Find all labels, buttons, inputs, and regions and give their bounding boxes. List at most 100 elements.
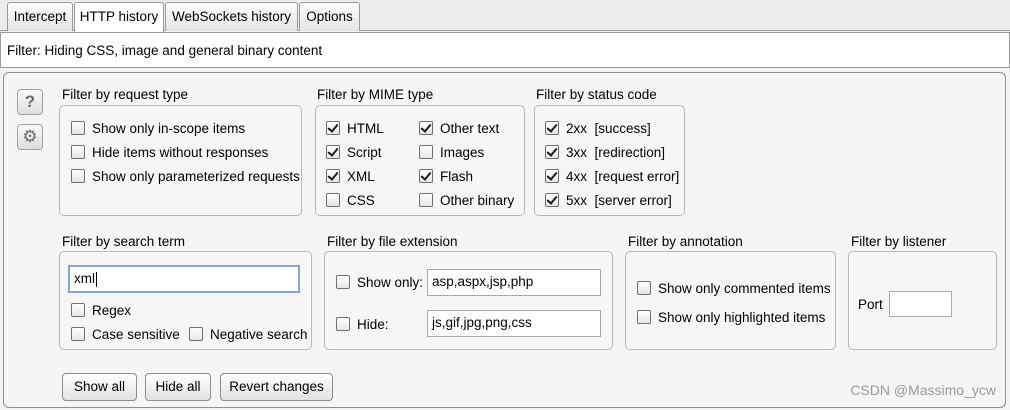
settings-gear-icon[interactable]: ⚙ bbox=[17, 124, 43, 150]
regex-checkbox[interactable]: Regex bbox=[71, 301, 131, 319]
show-only-ext-input[interactable]: asp,aspx,jsp,php bbox=[427, 269, 601, 296]
checkbox-label: Other binary bbox=[440, 192, 515, 208]
mime-flash-checkbox[interactable]: Flash bbox=[419, 167, 473, 185]
tab-intercept[interactable]: Intercept bbox=[7, 2, 73, 31]
mime-css-checkbox[interactable]: CSS bbox=[326, 191, 375, 209]
checkbox-box bbox=[419, 145, 433, 159]
checkbox-box bbox=[71, 327, 85, 341]
checkbox-box bbox=[637, 281, 651, 295]
tab-http-history[interactable]: HTTP history bbox=[74, 2, 164, 32]
checkbox-box bbox=[637, 310, 651, 324]
filter-panel: ? ⚙ Filter by request type Show only in-… bbox=[3, 72, 1006, 408]
checkbox-box bbox=[419, 169, 433, 183]
checkbox-label: 5xx [server error] bbox=[566, 192, 672, 208]
checkbox-label: Hide: bbox=[357, 316, 389, 332]
hide-ext-input[interactable]: js,gif,jpg,png,css bbox=[427, 310, 601, 337]
mime-xml-checkbox[interactable]: XML bbox=[326, 167, 375, 185]
annotation-group: Show only commented items Show only high… bbox=[625, 251, 836, 350]
checkbox-label: Show only in-scope items bbox=[92, 120, 246, 136]
checkbox-box bbox=[545, 169, 559, 183]
help-icon[interactable]: ? bbox=[17, 89, 43, 115]
checkbox-label: Show only parameterized requests bbox=[92, 168, 300, 184]
checkbox-box bbox=[545, 121, 559, 135]
checkbox-box bbox=[71, 145, 85, 159]
checkbox-box bbox=[189, 327, 203, 341]
file-extension-group: Show only: asp,aspx,jsp,php Hide: js,gif… bbox=[324, 251, 613, 350]
hide-all-button[interactable]: Hide all bbox=[145, 373, 211, 401]
checkbox-label: HTML bbox=[347, 120, 384, 136]
show-all-button[interactable]: Show all bbox=[62, 373, 137, 401]
checkbox-label: Images bbox=[440, 144, 485, 160]
checkbox-box bbox=[326, 169, 340, 183]
case-sensitive-checkbox[interactable]: Case sensitive bbox=[71, 325, 180, 343]
listener-title: Filter by listener bbox=[851, 234, 947, 249]
filter-summary-bar[interactable]: Filter: Hiding CSS, image and general bi… bbox=[0, 32, 1010, 68]
checkbox-box bbox=[545, 193, 559, 207]
listener-group: Port bbox=[848, 251, 997, 350]
checkbox-label: Script bbox=[347, 144, 382, 160]
port-label: Port bbox=[858, 296, 883, 312]
parameterized-checkbox[interactable]: Show only parameterized requests bbox=[71, 167, 300, 185]
checkbox-label: CSS bbox=[347, 192, 375, 208]
mime-html-checkbox[interactable]: HTML bbox=[326, 119, 384, 137]
status-4xx-checkbox[interactable]: 4xx [request error] bbox=[545, 167, 679, 185]
commented-items-checkbox[interactable]: Show only commented items bbox=[637, 279, 831, 297]
mime-images-checkbox[interactable]: Images bbox=[419, 143, 484, 161]
search-term-input[interactable]: xml bbox=[68, 265, 300, 293]
status-5xx-checkbox[interactable]: 5xx [server error] bbox=[545, 191, 672, 209]
hide-ext-checkbox[interactable]: Hide: bbox=[336, 315, 389, 333]
checkbox-label: 3xx [redirection] bbox=[566, 144, 666, 160]
checkbox-box bbox=[71, 121, 85, 135]
tab-websockets-history[interactable]: WebSockets history bbox=[165, 2, 298, 31]
checkbox-box bbox=[419, 121, 433, 135]
file-extension-title: Filter by file extension bbox=[327, 234, 458, 249]
tab-options[interactable]: Options bbox=[299, 2, 360, 31]
status-2xx-checkbox[interactable]: 2xx [success] bbox=[545, 119, 651, 137]
checkbox-label: Show only: bbox=[357, 274, 424, 290]
checkbox-label: Other text bbox=[440, 120, 500, 136]
checkbox-label: 4xx [request error] bbox=[566, 168, 680, 184]
checkbox-box bbox=[71, 303, 85, 317]
search-term-title: Filter by search term bbox=[62, 234, 186, 249]
negative-search-checkbox[interactable]: Negative search bbox=[189, 325, 308, 343]
checkbox-box bbox=[336, 275, 350, 289]
tab-bar: Intercept HTTP history WebSockets histor… bbox=[0, 0, 1010, 32]
checkbox-box bbox=[545, 145, 559, 159]
mime-type-group: HTML Script XML CSS Other text Images Fl… bbox=[315, 105, 525, 216]
search-term-value: xml bbox=[74, 271, 95, 286]
checkbox-box bbox=[326, 145, 340, 159]
checkbox-box bbox=[336, 317, 350, 331]
checkbox-label: XML bbox=[347, 168, 375, 184]
request-type-group: Show only in-scope items Hide items with… bbox=[59, 105, 302, 216]
checkbox-label: 2xx [success] bbox=[566, 120, 651, 136]
watermark: CSDN @Massimo_ycw bbox=[850, 382, 996, 398]
port-input[interactable] bbox=[889, 291, 952, 317]
mime-type-title: Filter by MIME type bbox=[317, 87, 434, 102]
request-type-title: Filter by request type bbox=[62, 87, 189, 102]
checkbox-box bbox=[326, 193, 340, 207]
highlighted-items-checkbox[interactable]: Show only highlighted items bbox=[637, 308, 825, 326]
search-term-group: xml Regex Case sensitive Negative search bbox=[59, 251, 312, 350]
checkbox-box bbox=[71, 169, 85, 183]
checkbox-label: Regex bbox=[92, 302, 132, 318]
checkbox-box bbox=[326, 121, 340, 135]
text-caret bbox=[96, 271, 97, 287]
checkbox-label: Show only highlighted items bbox=[658, 309, 826, 325]
status-3xx-checkbox[interactable]: 3xx [redirection] bbox=[545, 143, 665, 161]
checkbox-label: Flash bbox=[440, 168, 474, 184]
checkbox-label: Negative search bbox=[210, 326, 308, 342]
hide-no-response-checkbox[interactable]: Hide items without responses bbox=[71, 143, 268, 161]
mime-other-binary-checkbox[interactable]: Other binary bbox=[419, 191, 514, 209]
checkbox-label: Hide items without responses bbox=[92, 144, 269, 160]
checkbox-label: Show only commented items bbox=[658, 280, 831, 296]
status-code-group: 2xx [success] 3xx [redirection] 4xx [req… bbox=[534, 105, 685, 216]
checkbox-label: Case sensitive bbox=[92, 326, 180, 342]
revert-changes-button[interactable]: Revert changes bbox=[220, 373, 333, 401]
mime-script-checkbox[interactable]: Script bbox=[326, 143, 382, 161]
mime-other-text-checkbox[interactable]: Other text bbox=[419, 119, 499, 137]
show-only-ext-checkbox[interactable]: Show only: bbox=[336, 273, 423, 291]
status-code-title: Filter by status code bbox=[536, 87, 657, 102]
checkbox-box bbox=[419, 193, 433, 207]
annotation-title: Filter by annotation bbox=[628, 234, 743, 249]
in-scope-checkbox[interactable]: Show only in-scope items bbox=[71, 119, 245, 137]
